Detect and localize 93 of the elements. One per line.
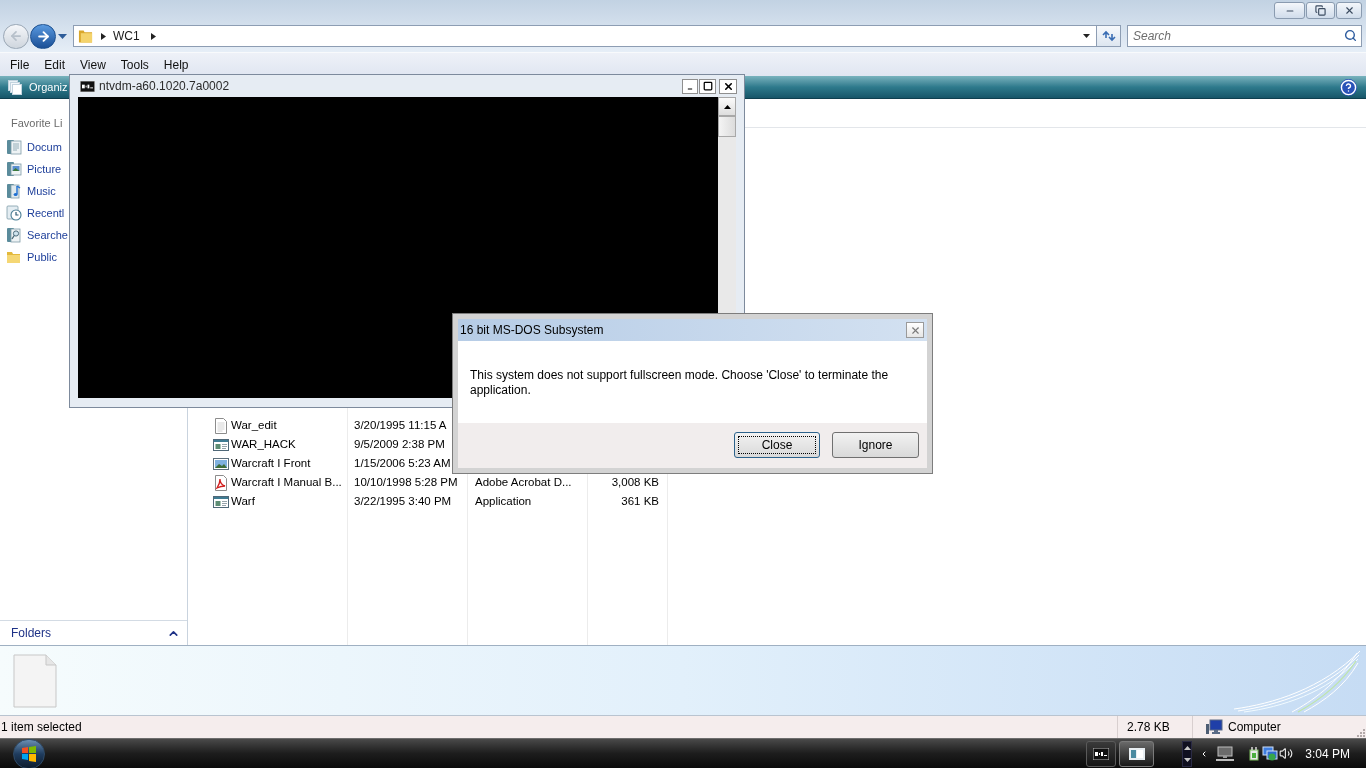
file-name[interactable]: WAR_HACK	[231, 438, 296, 451]
zone-status: Computer	[1228, 719, 1281, 736]
application-window-icon	[213, 493, 229, 510]
blank-file-icon	[13, 653, 57, 708]
text-file-icon	[213, 417, 229, 434]
documents-library-icon	[6, 139, 22, 155]
file-name[interactable]: War_edit	[231, 419, 277, 432]
searches-folder-icon	[6, 227, 22, 243]
date-text: 3/20/1995 11:15 A	[354, 419, 447, 432]
restore-button[interactable]	[1306, 2, 1335, 19]
scroll-up-button[interactable]	[718, 97, 736, 116]
taskbar-button[interactable]	[1119, 740, 1155, 767]
menu-item[interactable]: File	[10, 57, 30, 72]
folder-icon	[78, 28, 93, 44]
start-button[interactable]	[13, 738, 45, 768]
file-type: Adobe Acrobat D...	[475, 476, 572, 489]
window-title: ntvdm-a60.1020.7a0002	[99, 78, 230, 95]
speaker-icon[interactable]	[1279, 746, 1294, 761]
favorite-link[interactable]: Docum	[27, 138, 62, 156]
file-name[interactable]: Warcraft I Front	[231, 457, 311, 470]
favorite-link[interactable]: Picture	[27, 160, 62, 178]
application-window-icon	[213, 436, 229, 453]
caret-up-icon	[723, 104, 731, 109]
address-field[interactable]: WC1	[73, 25, 1097, 47]
power-plug-icon[interactable]	[1247, 745, 1262, 762]
pdf-file-icon	[213, 474, 229, 491]
file-size: 361 KB	[621, 495, 659, 508]
scroll-up-icon[interactable]	[1183, 745, 1191, 750]
menu-item[interactable]: Help	[163, 57, 189, 72]
minimize-icon	[686, 86, 694, 92]
taskbar-button[interactable]	[1086, 740, 1117, 767]
minimize-button[interactable]	[682, 78, 698, 94]
dialog-title: 16 bit MS-DOS Subsystem	[460, 322, 604, 339]
organize-button[interactable]: Organiz	[8, 78, 68, 96]
maximize-icon	[702, 81, 713, 91]
menu-item[interactable]: View	[80, 57, 106, 72]
flag-logo-icon	[21, 745, 37, 762]
favorite-link[interactable]: Public	[27, 248, 57, 266]
folders-toggle[interactable]: Folders	[11, 624, 51, 642]
breadcrumb-link[interactable]: WC1	[113, 28, 140, 44]
network-computer-icon[interactable]	[1215, 745, 1236, 762]
pictures-library-icon	[6, 161, 22, 177]
folder-icon	[6, 249, 22, 265]
date-text: 10/10/1998 5:28 PM	[354, 476, 458, 489]
menu-item[interactable]: Edit	[44, 57, 66, 72]
dialog-message: This system does not support fullscreen mode. Choose 'Close' to terminate the application.	[470, 368, 890, 398]
image-file-icon	[213, 455, 229, 472]
back-arrow-icon	[9, 29, 23, 43]
address-dropdown-icon[interactable]	[1083, 34, 1090, 38]
close-icon	[722, 80, 734, 92]
scroll-down-icon[interactable]	[1183, 757, 1191, 762]
file-name[interactable]: Warcraft I Manual B...	[231, 476, 342, 489]
date-text: 3/22/1995 3:40 PM	[354, 495, 452, 508]
menu-item[interactable]: Tools	[120, 57, 149, 72]
breadcrumb-arrow-icon[interactable]	[150, 32, 156, 40]
close-icon	[1343, 5, 1355, 16]
date-text: 1/15/2006 5:23 AM	[354, 457, 451, 470]
favorite-link[interactable]: Recentl	[27, 204, 65, 222]
close-icon	[909, 324, 921, 336]
search-field[interactable]: Search	[1127, 25, 1362, 47]
resize-grip-icon[interactable]	[1357, 729, 1365, 737]
size-status: 2.78 KB	[1127, 719, 1170, 736]
clock-time[interactable]: 3:04 PM	[1305, 744, 1350, 763]
refresh-button[interactable]	[1097, 25, 1121, 47]
maximize-button[interactable]	[699, 78, 716, 94]
help-icon[interactable]	[1340, 78, 1357, 96]
stacked-pages-icon	[8, 79, 23, 95]
favorite-link[interactable]: Searche	[27, 226, 68, 244]
music-library-icon	[6, 183, 22, 199]
recent-items-clock-icon	[6, 205, 22, 221]
scrollbar-thumb[interactable]	[718, 116, 736, 137]
selection-status: 1 item selected	[0, 719, 83, 736]
recent-pages-caret-icon[interactable]	[58, 33, 67, 39]
console-icon	[80, 80, 95, 92]
date-text: 9/5/2009 2:38 PM	[354, 438, 445, 451]
computer-icon	[1205, 719, 1223, 735]
restore-icon	[1315, 5, 1326, 16]
minimize-button[interactable]	[1274, 2, 1305, 19]
dialog-button[interactable]: Ignore	[832, 432, 919, 458]
search-icon	[1344, 29, 1357, 42]
network-monitors-icon[interactable]	[1262, 745, 1279, 762]
window-icon	[1128, 747, 1145, 760]
file-type: Application	[475, 495, 532, 508]
favorite-link[interactable]: Music	[27, 182, 56, 200]
file-size: 3,008 KB	[611, 476, 659, 489]
close-button[interactable]	[719, 78, 737, 94]
forward-button[interactable]	[30, 23, 56, 49]
nav-heading: Favorite Li	[11, 116, 63, 131]
file-name[interactable]: Warf	[231, 495, 255, 508]
refresh-arrows-icon	[1101, 30, 1116, 42]
breadcrumb-arrow-icon	[101, 32, 106, 40]
dialog-button[interactable]: Close	[734, 432, 820, 458]
console-icon	[1093, 747, 1110, 760]
